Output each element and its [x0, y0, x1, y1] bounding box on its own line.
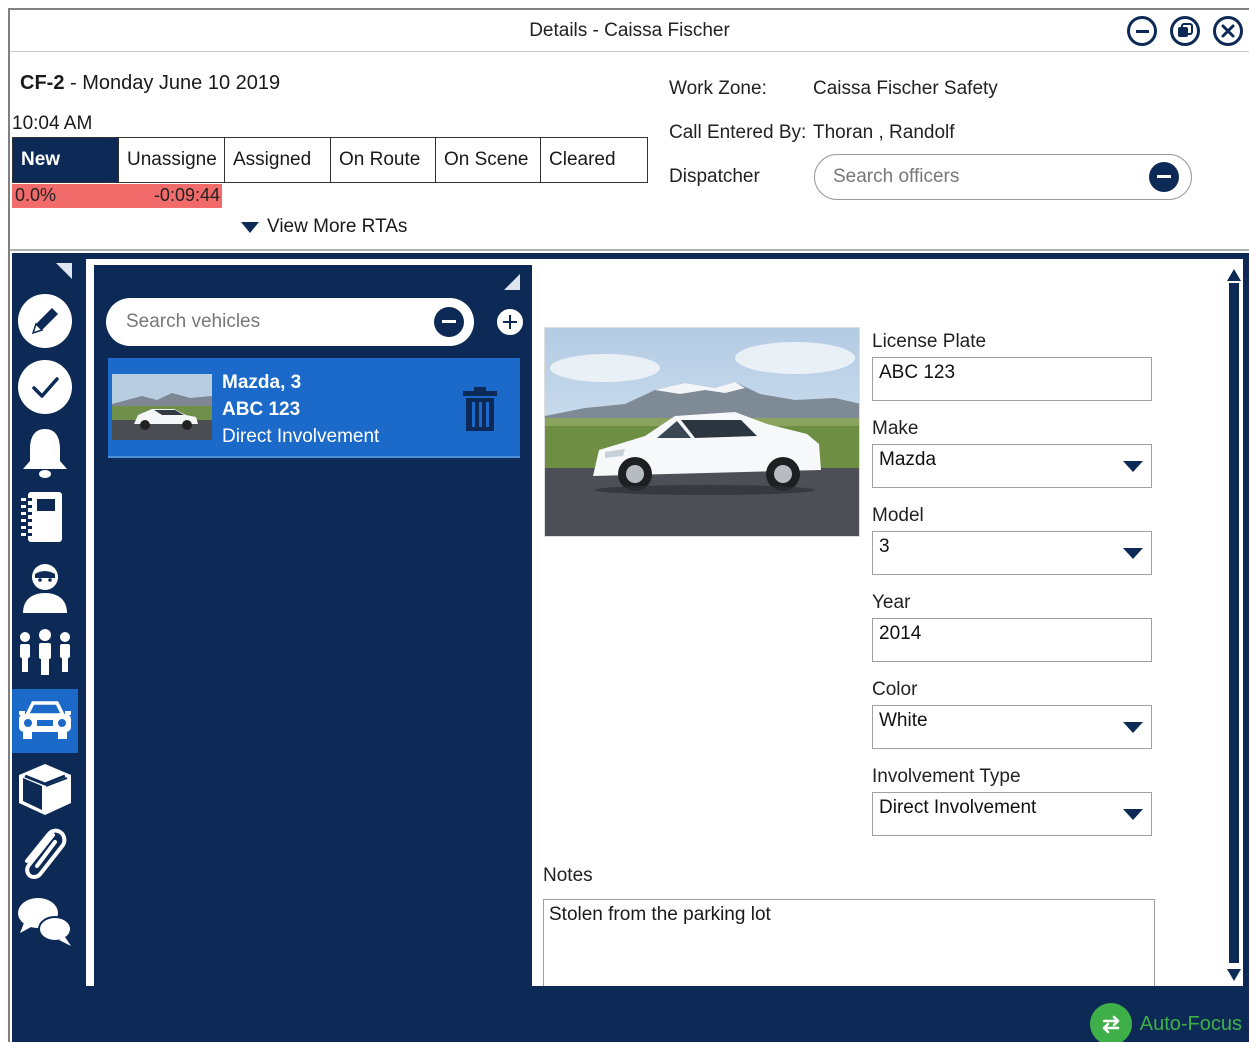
color-label: Color	[872, 679, 918, 700]
officer-search-input[interactable]	[833, 164, 1133, 190]
vehicle-plate: ABC 123	[222, 399, 301, 420]
involvement-type-value: Direct Involvement	[879, 797, 1037, 818]
status-strip: New Unassigne Assigned On Route On Scene…	[12, 137, 648, 183]
view-more-label: View More RTAs	[267, 216, 408, 237]
status-on-route[interactable]: On Route	[331, 138, 436, 182]
color-value: White	[879, 710, 928, 731]
nav-notebook[interactable]	[12, 485, 78, 549]
vehicle-make-model: Mazda, 3	[222, 372, 302, 393]
status-new[interactable]: New	[13, 138, 119, 182]
vehicle-details-content: Mazda, 3 ABC 123 Direct Involvement	[86, 259, 1243, 986]
nav-people[interactable]	[12, 621, 78, 685]
nav-property[interactable]	[12, 757, 78, 821]
clear-officer-icon[interactable]	[1149, 162, 1179, 192]
triangle-down-icon	[241, 221, 259, 233]
chevron-down-icon	[1123, 722, 1143, 733]
involvement-type-label: Involvement Type	[872, 766, 1021, 787]
scrollbar-thumb[interactable]	[1229, 283, 1239, 963]
call-header: CF-2 - Monday June 10 2019 10:04 AM New …	[10, 53, 1249, 251]
person-icon	[23, 564, 67, 613]
model-value: 3	[879, 536, 890, 557]
nav-attachments[interactable]	[12, 821, 78, 885]
checkmark-icon	[18, 360, 72, 414]
people-group-icon	[20, 629, 70, 675]
status-unassigned[interactable]: Unassigne	[119, 138, 225, 182]
nav-person[interactable]	[12, 555, 78, 619]
swap-arrows-icon	[1089, 1003, 1132, 1042]
window-title: Details - Caissa Fischer	[529, 20, 730, 41]
box-icon	[19, 764, 71, 815]
entered-by-label: Call Entered By:	[669, 122, 807, 143]
work-zone-label: Work Zone:	[669, 78, 767, 99]
chat-bubbles-icon	[18, 898, 72, 946]
make-select[interactable]: Mazda	[872, 444, 1152, 488]
notes-label: Notes	[543, 865, 593, 886]
collapse-corner-icon[interactable]	[56, 263, 72, 279]
license-plate-label: License Plate	[872, 331, 987, 352]
auto-focus-label: Auto-Focus	[1139, 1012, 1242, 1035]
call-id: CF-2	[20, 72, 65, 94]
minimize-icon[interactable]	[1127, 16, 1157, 46]
title-bar: Details - Caissa Fischer	[10, 10, 1249, 52]
timer-percent: 0.0%	[15, 185, 57, 205]
year-field[interactable]: 2014	[872, 618, 1152, 662]
nav-vehicles[interactable]	[12, 689, 78, 753]
status-cleared[interactable]: Cleared	[541, 138, 647, 182]
details-window: Details - Caissa Fischer CF-2 - Monday J…	[8, 8, 1249, 1042]
chevron-down-icon	[1123, 548, 1143, 559]
nav-pencil[interactable]	[12, 289, 78, 353]
vehicle-thumbnail	[112, 374, 212, 440]
view-more-rtas-toggle[interactable]: View More RTAs	[241, 216, 407, 238]
call-date: - Monday June 10 2019	[64, 72, 281, 94]
license-plate-field[interactable]: ABC 123	[872, 357, 1152, 401]
close-icon[interactable]	[1213, 16, 1243, 46]
vehicle-search-input[interactable]	[126, 308, 416, 336]
main-area: Mazda, 3 ABC 123 Direct Involvement	[78, 253, 1249, 994]
vehicle-list-panel: Mazda, 3 ABC 123 Direct Involvement	[94, 265, 532, 986]
vehicle-search	[106, 298, 474, 346]
notes-textarea[interactable]: Stolen from the parking lot	[543, 899, 1155, 986]
dispatcher-label: Dispatcher	[669, 166, 760, 187]
vehicle-list-item[interactable]: Mazda, 3 ABC 123 Direct Involvement	[108, 358, 520, 458]
auto-focus-button[interactable]: Auto-Focus	[1089, 1003, 1242, 1042]
make-value: Mazda	[879, 449, 937, 470]
scroll-up-icon[interactable]	[1227, 269, 1241, 281]
footer-bar: Auto-Focus	[12, 994, 1249, 1042]
involvement-type-select[interactable]: Direct Involvement	[872, 792, 1152, 836]
vertical-scrollbar[interactable]	[1227, 269, 1241, 981]
pencil-icon	[18, 294, 72, 348]
nav-messages[interactable]	[12, 889, 78, 953]
response-timer-bar: 0.0% -0:09:44	[12, 184, 222, 208]
color-select[interactable]: White	[872, 705, 1152, 749]
clear-vehicle-search-icon[interactable]	[434, 307, 464, 337]
call-heading: CF-2 - Monday June 10 2019	[20, 72, 280, 95]
nav-bell[interactable]	[12, 421, 78, 485]
year-label: Year	[872, 592, 911, 613]
call-time: 10:04 AM	[12, 113, 93, 134]
work-zone-value: Caissa Fischer Safety	[813, 78, 998, 99]
entered-by-value: Thoran , Randolf	[813, 122, 955, 143]
model-select[interactable]: 3	[872, 531, 1152, 575]
scroll-down-icon[interactable]	[1227, 969, 1241, 981]
notebook-icon	[21, 492, 62, 542]
timer-elapsed: -0:09:44	[153, 185, 220, 205]
vehicle-involvement: Direct Involvement	[222, 426, 380, 447]
paperclip-icon	[25, 828, 67, 880]
restore-icon[interactable]	[1170, 16, 1200, 46]
status-on-scene[interactable]: On Scene	[436, 138, 541, 182]
section-sidebar	[12, 253, 78, 994]
bell-icon	[23, 429, 67, 478]
chevron-down-icon	[1123, 461, 1143, 472]
expand-corner-icon[interactable]	[504, 274, 520, 290]
status-assigned[interactable]: Assigned	[225, 138, 331, 182]
car-icon	[19, 701, 71, 739]
chevron-down-icon	[1123, 809, 1143, 820]
model-label: Model	[872, 505, 924, 526]
nav-checkmark[interactable]	[12, 355, 78, 419]
trash-icon[interactable]	[461, 386, 499, 437]
officer-search	[814, 154, 1192, 200]
vehicle-photo	[544, 327, 860, 537]
add-vehicle-button[interactable]	[495, 307, 525, 337]
make-label: Make	[872, 418, 919, 439]
